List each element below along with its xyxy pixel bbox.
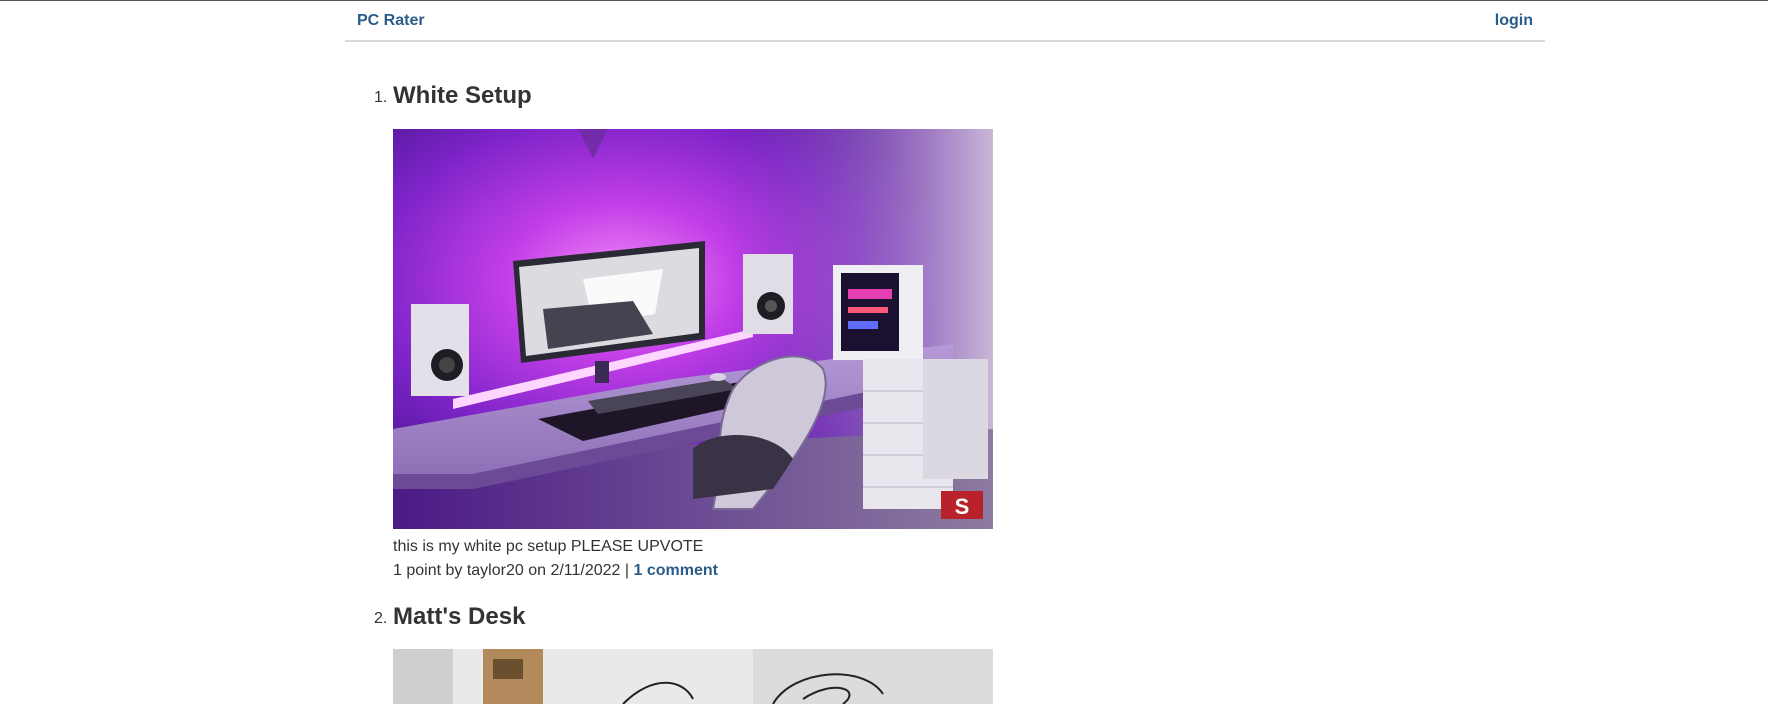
- comments-link[interactable]: 1 comment: [633, 562, 717, 579]
- post-title[interactable]: Matt's Desk: [393, 603, 525, 631]
- login-link[interactable]: login: [1495, 12, 1533, 30]
- setup-photo: S: [393, 129, 993, 529]
- post-meta-text: 1 point by taylor20 on 2/11/2022 |: [393, 562, 634, 579]
- post-description: this is my white pc setup PLEASE UPVOTE: [393, 538, 704, 555]
- navbar: PC Rater login: [345, 1, 1545, 42]
- post-image[interactable]: [393, 649, 993, 704]
- svg-text:S: S: [955, 494, 970, 519]
- post-image[interactable]: S: [393, 129, 993, 529]
- post-meta: 1 point by taylor20 on 2/11/2022 | 1 com…: [393, 562, 718, 580]
- post-number: 2.: [374, 610, 388, 627]
- brand-link[interactable]: PC Rater: [357, 12, 425, 30]
- post-title[interactable]: White Setup: [393, 82, 532, 110]
- desk-photo: [393, 649, 993, 704]
- post-number: 1.: [374, 89, 388, 106]
